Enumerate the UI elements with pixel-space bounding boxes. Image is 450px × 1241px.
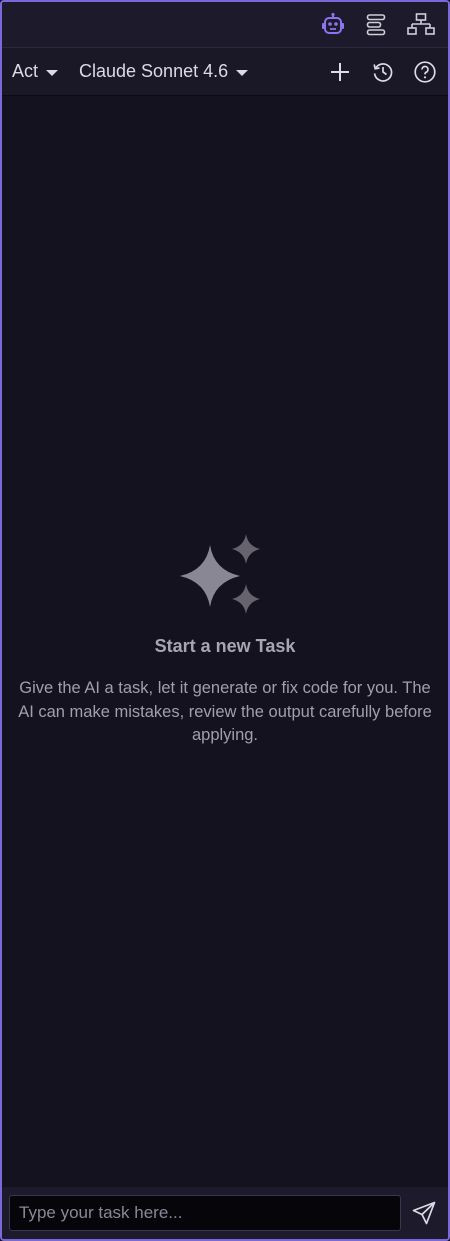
sitemap-icon[interactable] [406, 10, 436, 40]
top-bar [2, 2, 448, 48]
history-icon[interactable] [369, 58, 397, 86]
sparkles-icon [180, 534, 260, 614]
model-label: Claude Sonnet 4.6 [79, 61, 229, 81]
list-icon[interactable] [362, 10, 392, 40]
chat-panel: Act Claude Sonnet 4.6 Start a new Task G… [0, 0, 450, 1241]
empty-state-description: Give the AI a task, let it generate or f… [18, 679, 432, 744]
mode-dropdown[interactable]: Act [12, 48, 59, 95]
composer [2, 1187, 448, 1239]
robot-icon[interactable] [318, 10, 348, 40]
toolbar: Act Claude Sonnet 4.6 [2, 48, 448, 96]
mode-label: Act [12, 61, 39, 81]
task-input[interactable] [9, 1195, 401, 1231]
empty-state: Start a new Task Give the AI a task, let… [2, 532, 448, 748]
help-icon[interactable] [411, 58, 439, 86]
empty-state-title: Start a new Task [154, 636, 296, 656]
send-icon[interactable] [407, 1197, 441, 1229]
model-dropdown[interactable]: Claude Sonnet 4.6 [79, 48, 249, 95]
chevron-down-icon [236, 69, 249, 76]
plus-icon[interactable] [326, 58, 354, 86]
chevron-down-icon [46, 69, 59, 76]
